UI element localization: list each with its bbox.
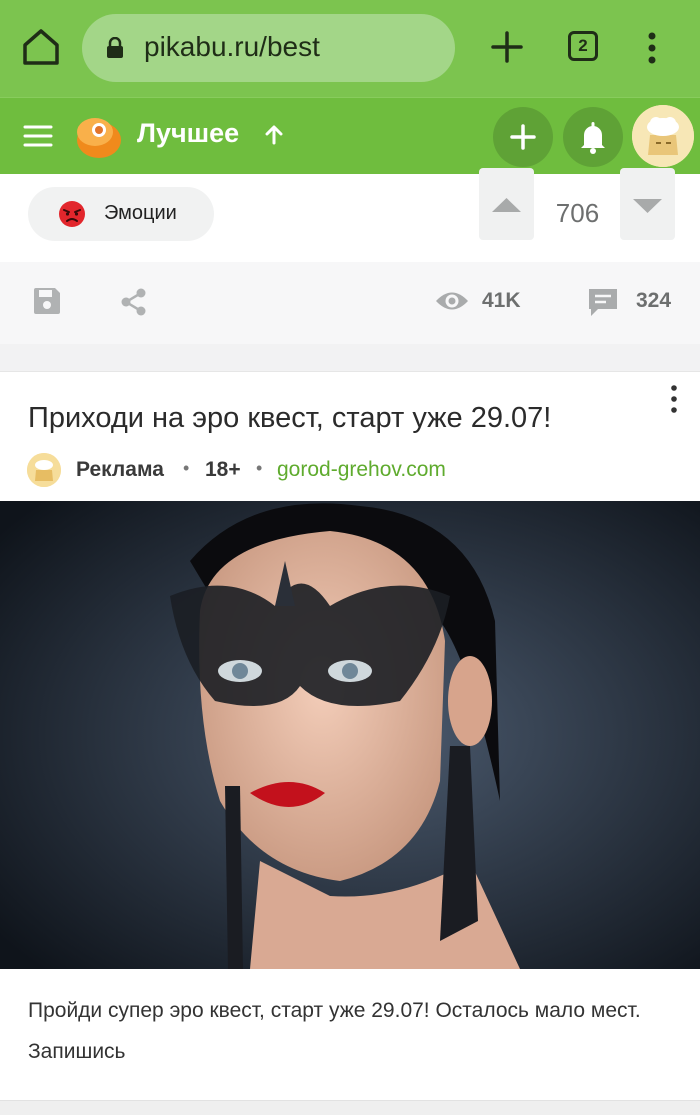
triangle-up-icon — [492, 198, 521, 212]
post-menu-icon[interactable] — [666, 384, 682, 414]
section-title[interactable]: Лучшее — [137, 118, 239, 149]
downvote-button[interactable] — [620, 168, 675, 240]
meta-separator: • — [256, 458, 263, 478]
triangle-down-icon — [633, 199, 662, 213]
hamburger-menu-icon[interactable] — [22, 124, 54, 148]
age-rating: 18+ — [205, 458, 241, 481]
author-name[interactable]: Реклама — [76, 458, 164, 482]
add-post-button[interactable] — [493, 107, 553, 167]
post-actions-row: 41K 324 — [0, 262, 700, 344]
url-text: pikabu.ru/best — [144, 31, 320, 62]
share-icon[interactable] — [119, 287, 149, 317]
user-avatar[interactable] — [632, 105, 694, 167]
bell-icon — [581, 122, 605, 154]
post-rating-row: Эмоции 706 — [0, 168, 700, 262]
eye-icon — [434, 288, 470, 314]
feed-separator-bottom — [0, 1100, 700, 1115]
angry-face-icon — [58, 200, 86, 228]
address-bar[interactable]: pikabu.ru/best — [82, 14, 455, 82]
app-header: Лучшее — [0, 97, 700, 175]
tag-emotions[interactable]: Эмоции — [28, 187, 214, 241]
tab-switcher-button[interactable]: 2 — [568, 31, 598, 61]
ad-post: Приходи на эро квест, старт уже 29.07! Р… — [0, 372, 700, 1100]
arrow-up-icon[interactable] — [262, 123, 286, 147]
author-avatar[interactable] — [27, 453, 61, 487]
comments-count[interactable]: 324 — [636, 289, 671, 313]
overflow-menu-icon[interactable] — [638, 28, 666, 68]
pikabu-logo[interactable] — [72, 110, 124, 162]
browser-toolbar: pikabu.ru/best 2 — [0, 0, 700, 97]
post-image[interactable] — [0, 501, 700, 969]
upvote-button[interactable] — [479, 168, 534, 240]
comment-icon[interactable] — [586, 286, 620, 318]
notifications-button[interactable] — [563, 107, 623, 167]
rating-count: 706 — [555, 198, 600, 228]
post-title[interactable]: Приходи на эро квест, старт уже 29.07! — [28, 402, 551, 435]
advertiser-link[interactable]: gorod-grehov.com — [277, 458, 446, 482]
plus-icon — [510, 124, 536, 150]
home-icon[interactable] — [18, 24, 64, 70]
lock-icon — [106, 36, 124, 59]
tag-label: Эмоции — [104, 202, 177, 224]
new-tab-icon[interactable] — [486, 26, 528, 68]
post-text: Пройди супер эро квест, старт уже 29.07!… — [28, 999, 641, 1063]
views-count: 41K — [482, 289, 521, 312]
save-icon[interactable] — [32, 286, 62, 316]
meta-separator: • — [183, 458, 190, 478]
feed-separator — [0, 344, 700, 372]
